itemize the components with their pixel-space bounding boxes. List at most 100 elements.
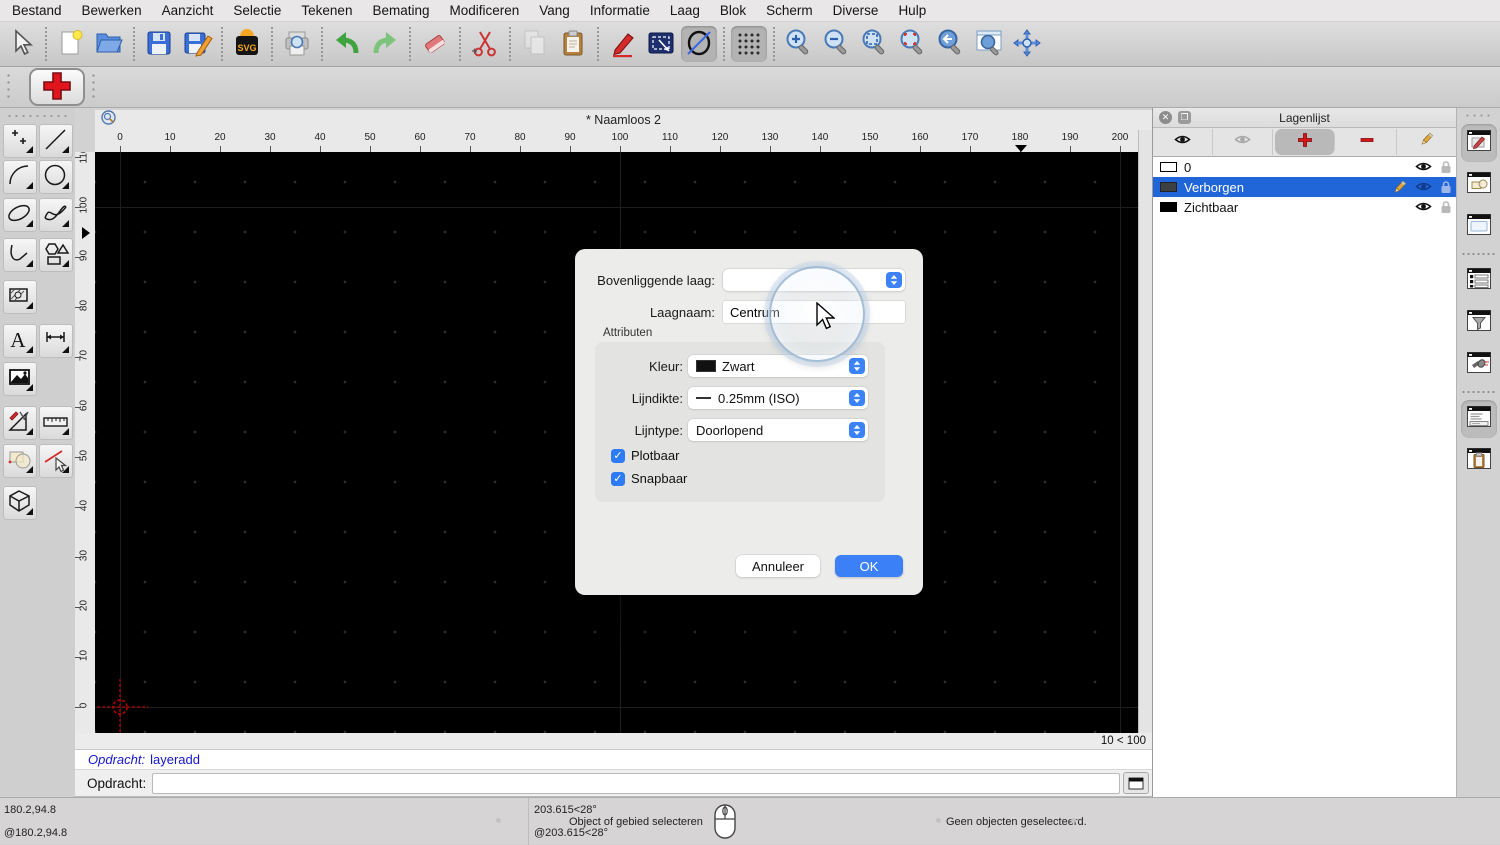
lineweight-select[interactable]: 0.25mm (ISO)	[688, 387, 868, 409]
text-tool-button[interactable]: A	[3, 324, 37, 358]
layer-lock-icon[interactable]	[1440, 160, 1452, 174]
pan-button[interactable]	[1009, 26, 1045, 62]
color-swatch	[696, 360, 716, 372]
grid-major-line	[95, 707, 1138, 708]
menu-item-selectie[interactable]: Selectie	[223, 0, 291, 22]
toolbar-drag-handle[interactable]	[91, 72, 96, 102]
menu-item-bestand[interactable]: Bestand	[2, 0, 72, 22]
shape-tool-button[interactable]	[39, 238, 73, 272]
svg-export-button[interactable]: SVG	[229, 26, 265, 62]
snappable-checkbox[interactable]: ✓	[611, 471, 625, 486]
draft-tool-button[interactable]	[3, 406, 37, 440]
zoom-window-button[interactable]	[971, 26, 1007, 62]
palette-drag-handle[interactable]	[6, 113, 67, 119]
copy-button[interactable]	[517, 26, 553, 62]
layer-list-panel-toggle[interactable]	[1461, 262, 1497, 300]
paste-button[interactable]	[555, 26, 591, 62]
layer-visibility-eye-icon[interactable]	[1415, 201, 1432, 213]
clipboard-panel-toggle[interactable]	[1461, 442, 1497, 480]
trim-tool-button[interactable]	[39, 444, 73, 478]
save-button[interactable]	[141, 26, 177, 62]
add-layer-button[interactable]	[1275, 129, 1335, 155]
draw-pencil-button[interactable]	[605, 26, 641, 62]
save-as-button[interactable]	[179, 26, 215, 62]
redo-button[interactable]	[367, 26, 403, 62]
arc-tool-button[interactable]	[3, 160, 37, 194]
layer-visibility-eye-icon[interactable]	[1415, 181, 1432, 193]
image-tool-button[interactable]	[3, 362, 37, 396]
layer-color-swatch	[1160, 182, 1177, 192]
zoom-selection-button[interactable]	[895, 26, 931, 62]
circle-tool-button[interactable]	[39, 160, 73, 194]
layer-row-verborgen[interactable]: Verborgen	[1153, 177, 1456, 197]
cancel-button[interactable]: Annuleer	[736, 555, 820, 577]
modify-tool-button[interactable]	[3, 444, 37, 478]
layer-lock-icon[interactable]	[1440, 180, 1452, 194]
restrict-ortho-button[interactable]	[681, 26, 717, 62]
library-browser-panel-toggle[interactable]	[1461, 346, 1497, 384]
layer-visibility-eye-icon[interactable]	[1415, 161, 1432, 173]
document-tab-bar[interactable]: * Naamloos 2	[95, 110, 1152, 131]
detach-icon[interactable]: ❐	[1178, 111, 1191, 124]
zoom-in-button[interactable]	[781, 26, 817, 62]
layer-lock-icon[interactable]	[1440, 200, 1452, 214]
block-list-panel-toggle[interactable]	[1461, 166, 1497, 204]
menu-item-aanzicht[interactable]: Aanzicht	[152, 0, 224, 22]
toolbar-drag-handle[interactable]	[6, 72, 11, 102]
ruler-label: 30	[264, 132, 276, 143]
menu-item-hulp[interactable]: Hulp	[888, 0, 936, 22]
eraser-button[interactable]	[417, 26, 453, 62]
panel-strip-drag-handle[interactable]	[1464, 113, 1493, 118]
selection-arrow-button[interactable]	[3, 26, 39, 62]
color-select[interactable]: Zwart	[688, 355, 868, 377]
command-input[interactable]	[152, 772, 1120, 794]
hide-all-layers-button[interactable]	[1213, 129, 1273, 155]
zoom-auto-button[interactable]	[857, 26, 893, 62]
menu-item-modificeren[interactable]: Modificeren	[440, 0, 530, 22]
plottable-checkbox[interactable]: ✓	[611, 448, 625, 463]
grid-toggle-button[interactable]	[731, 26, 767, 62]
vertical-scrollbar[interactable]	[1138, 130, 1152, 733]
remove-layer-button[interactable]	[1337, 129, 1397, 155]
menu-item-laag[interactable]: Laag	[660, 0, 710, 22]
show-all-layers-button[interactable]	[1153, 129, 1213, 155]
menu-item-bewerken[interactable]: Bewerken	[72, 0, 152, 22]
command-line-panel-toggle[interactable]	[1460, 400, 1497, 438]
polyline-tool-button[interactable]	[3, 238, 37, 272]
menu-item-diverse[interactable]: Diverse	[823, 0, 889, 22]
zoom-out-button[interactable]	[819, 26, 855, 62]
menu-item-scherm[interactable]: Scherm	[756, 0, 823, 22]
ellipse-tool-button[interactable]	[3, 198, 37, 232]
undo-button[interactable]	[329, 26, 365, 62]
solid-tool-button[interactable]	[3, 486, 37, 520]
close-icon[interactable]: ✕	[1159, 111, 1172, 124]
ok-button[interactable]: OK	[835, 555, 903, 577]
property-editor-panel-toggle[interactable]	[1460, 124, 1497, 162]
layer-row-zichtbaar[interactable]: Zichtbaar	[1153, 197, 1456, 217]
selection-filter-panel-toggle[interactable]	[1461, 304, 1497, 342]
viewport-panel-toggle[interactable]	[1461, 208, 1497, 246]
cut-button[interactable]	[467, 26, 503, 62]
print-preview-button[interactable]	[279, 26, 315, 62]
spline-tool-button[interactable]	[39, 198, 73, 232]
selection-rect-button[interactable]	[643, 26, 679, 62]
menu-item-tekenen[interactable]: Tekenen	[291, 0, 362, 22]
add-layer-tool-button[interactable]	[29, 68, 85, 106]
command-options-button[interactable]	[1123, 772, 1149, 794]
measure-tool-button[interactable]	[39, 406, 73, 440]
menu-item-informatie[interactable]: Informatie	[580, 0, 660, 22]
edit-layer-button[interactable]	[1397, 129, 1456, 155]
line-tool-button[interactable]	[39, 124, 73, 158]
menu-item-blok[interactable]: Blok	[710, 0, 756, 22]
hatch-tool-button[interactable]	[3, 280, 37, 314]
zoom-previous-button[interactable]	[933, 26, 969, 62]
layer-row-0[interactable]: 0	[1153, 157, 1456, 177]
new-file-button[interactable]	[53, 26, 89, 62]
menu-item-vang[interactable]: Vang	[529, 0, 580, 22]
point-tool-button[interactable]	[3, 124, 37, 158]
ruler-label: 200	[1111, 132, 1129, 143]
menu-item-bemating[interactable]: Bemating	[362, 0, 439, 22]
open-file-button[interactable]	[91, 26, 127, 62]
dimension-tool-button[interactable]	[39, 324, 73, 358]
linetype-select[interactable]: Doorlopend	[688, 419, 868, 441]
